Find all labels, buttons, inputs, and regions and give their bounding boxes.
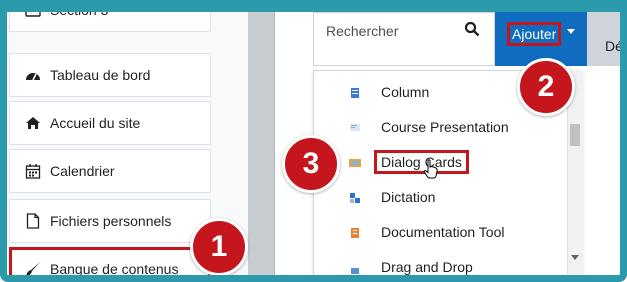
search-icon[interactable] <box>464 21 484 41</box>
menu-item-dictation[interactable]: Dictation <box>314 179 568 214</box>
menu-item-course-presentation[interactable]: Course Presentation <box>314 109 568 144</box>
nav-item-label: Calendrier <box>50 163 115 179</box>
add-button-label: Ajouter <box>507 22 562 46</box>
menu-scrollbar-thumb[interactable] <box>570 124 580 146</box>
tutorial-frame-top <box>0 0 627 12</box>
deposit-button[interactable]: Dép <box>587 12 627 66</box>
search-input[interactable] <box>314 13 464 49</box>
home-icon <box>24 114 42 132</box>
step-badge-3: 3 <box>282 135 340 193</box>
presentation-icon <box>349 121 361 133</box>
hand-cursor-icon <box>423 159 439 184</box>
file-icon <box>24 212 42 230</box>
menu-item-documentation-tool[interactable]: Documentation Tool <box>314 214 568 249</box>
nav-item-label: Tableau de bord <box>50 67 151 83</box>
search-box <box>313 12 495 66</box>
calendar-icon <box>24 162 42 180</box>
step-badge-2: 2 <box>517 58 575 116</box>
brush-icon <box>24 260 42 278</box>
column-icon <box>349 86 361 98</box>
drawer-separator <box>248 0 274 282</box>
dictation-icon <box>349 191 361 203</box>
drag-and-drop-icon <box>349 261 361 274</box>
nav-item-label: Accueil du site <box>50 115 141 131</box>
nav-item-dashboard[interactable]: Tableau de bord <box>9 53 211 97</box>
dialog-cards-icon <box>349 156 361 168</box>
menu-item-drag-and-drop[interactable]: Drag and Drop <box>314 249 568 281</box>
nav-item-content-bank[interactable]: Banque de contenus <box>9 247 211 282</box>
caret-down-icon <box>567 29 575 34</box>
documentation-tool-icon <box>349 226 361 238</box>
nav-item-calendar[interactable]: Calendrier <box>9 149 211 193</box>
dashboard-icon <box>24 66 42 84</box>
menu-item-dialog-cards[interactable]: Dialog Cards <box>314 144 568 179</box>
deposit-button-label: Dép <box>605 38 627 54</box>
nav-item-label: Banque de contenus <box>50 261 179 277</box>
nav-item-label: Fichiers personnels <box>50 213 172 229</box>
scroll-down-arrow-icon[interactable] <box>571 255 579 260</box>
step-badge-1: 1 <box>190 218 248 276</box>
nav-item-private-files[interactable]: Fichiers personnels <box>9 199 211 243</box>
nav-item-site-home[interactable]: Accueil du site <box>9 101 211 145</box>
